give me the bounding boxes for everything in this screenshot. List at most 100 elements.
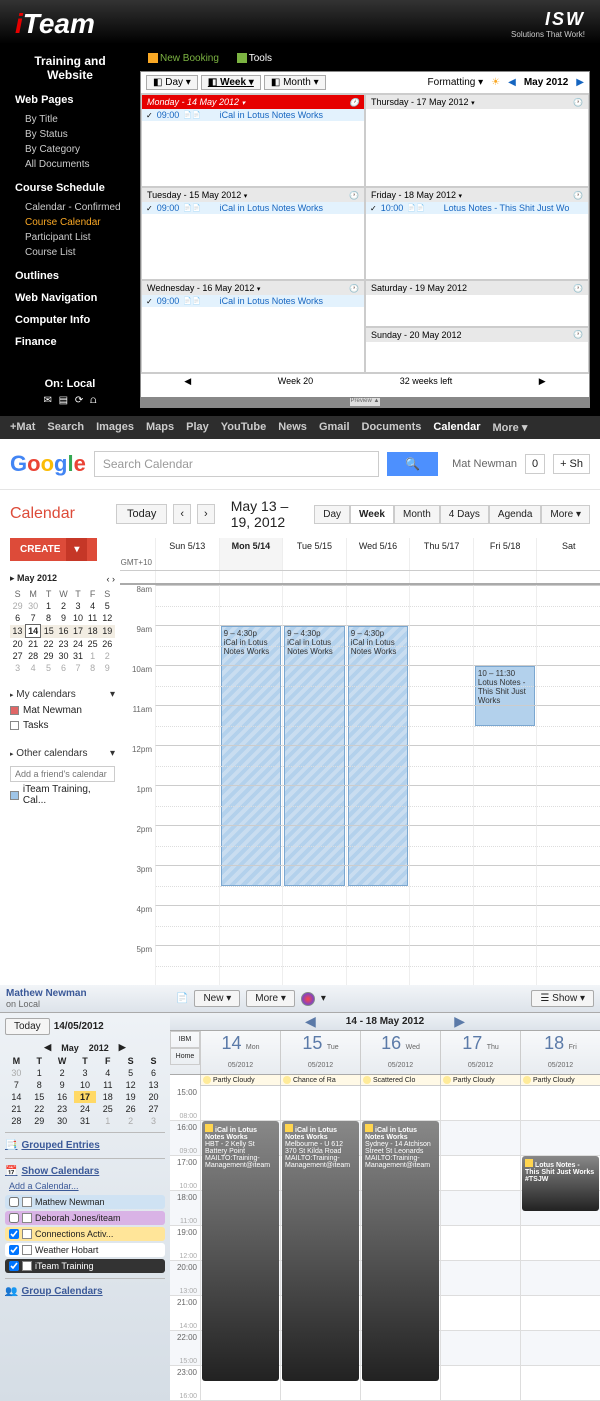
calendar-day[interactable]: Friday - 18 May 2012 ▾🕐✓10:00📄📄Lotus Not… <box>365 187 589 280</box>
user-name[interactable]: Mat Newman <box>452 458 517 470</box>
view-button[interactable]: 4 Days <box>440 505 489 524</box>
calendar-event[interactable]: ✓09:00📄📄iCal in Lotus Notes Works <box>142 109 364 121</box>
mini-cal-day[interactable]: 13 <box>10 625 25 638</box>
view-button[interactable]: Week <box>350 505 394 524</box>
day-header[interactable]: Saturday - 19 May 2012🕐 <box>366 281 588 295</box>
calendar-toggle[interactable]: Deborah Jones/iteam <box>5 1211 165 1225</box>
mini-cal-day[interactable]: 15 <box>41 625 56 638</box>
mini-cal-day[interactable]: 3 <box>10 662 25 674</box>
time-slot[interactable] <box>520 1331 600 1365</box>
mini-cal-day[interactable]: 30 <box>5 1067 28 1079</box>
day-header[interactable]: 15 Tue05/2012 <box>280 1031 360 1074</box>
mini-cal-day[interactable]: 5 <box>41 662 56 674</box>
sidebar-nav-item[interactable]: By Status <box>15 127 125 142</box>
time-slot[interactable] <box>282 785 346 825</box>
day-header[interactable]: Thursday - 17 May 2012 ▾🕐 <box>366 95 588 109</box>
next-month-button[interactable]: ▶ <box>576 77 584 88</box>
time-slot[interactable] <box>536 745 600 785</box>
mini-cal-day[interactable]: 7 <box>71 662 86 674</box>
day-header[interactable]: Wednesday - 16 May 2012 ▾🕐 <box>142 281 364 295</box>
time-slot[interactable] <box>440 1226 520 1260</box>
new-button[interactable]: New ▾ <box>194 990 240 1007</box>
time-slot[interactable] <box>536 665 600 705</box>
time-slot[interactable] <box>346 625 410 665</box>
mini-cal-day[interactable]: 21 <box>5 1103 28 1115</box>
bookmark-icon[interactable]: ⩍ <box>90 395 97 406</box>
mini-cal-day[interactable]: 7 <box>25 612 41 625</box>
preview-splitter[interactable]: Preview ▲ <box>141 397 589 407</box>
nav-item[interactable]: +Mat <box>10 421 35 434</box>
sidebar-nav-item[interactable]: Calendar - Confirmed <box>15 200 125 215</box>
time-slot[interactable] <box>520 1156 600 1190</box>
search-input[interactable]: Search Calendar <box>94 451 379 477</box>
mini-cal-day[interactable]: 9 <box>100 662 115 674</box>
prev-week[interactable]: ◀ <box>305 1013 316 1030</box>
time-slot[interactable] <box>155 625 219 665</box>
time-slot[interactable] <box>536 945 600 985</box>
nav-item[interactable]: Images <box>96 421 134 434</box>
mini-cal-day[interactable]: 5 <box>119 1067 142 1079</box>
time-slot[interactable] <box>282 665 346 705</box>
mini-cal-day[interactable]: 22 <box>41 638 56 651</box>
time-slot[interactable] <box>409 745 473 785</box>
page-icon[interactable]: ▤ <box>59 395 68 406</box>
time-slot[interactable] <box>346 705 410 745</box>
time-slot[interactable] <box>280 1156 360 1190</box>
mini-cal-day[interactable]: 23 <box>56 638 71 651</box>
create-dropdown[interactable]: ▾ <box>66 538 87 561</box>
time-slot[interactable] <box>280 1296 360 1330</box>
mini-cal-day[interactable]: 28 <box>25 650 41 662</box>
time-slot[interactable] <box>155 865 219 905</box>
calendar-toggle[interactable]: Mathew Newman <box>5 1195 165 1209</box>
time-slot[interactable] <box>155 905 219 945</box>
other-calendars-header[interactable]: ▸ Other calendars▾ <box>10 745 115 762</box>
nav-item[interactable]: More ▾ <box>493 421 528 434</box>
mini-cal-day[interactable]: 19 <box>119 1091 142 1103</box>
time-slot[interactable] <box>360 1331 440 1365</box>
sidebar-nav-item[interactable]: By Category <box>15 142 125 157</box>
more-button[interactable]: More ▾ <box>246 990 295 1007</box>
time-slot[interactable] <box>360 1226 440 1260</box>
time-slot[interactable] <box>520 1366 600 1400</box>
calendar-toggle[interactable]: Weather Hobart <box>5 1243 165 1257</box>
mini-cal-day[interactable]: 29 <box>10 600 25 612</box>
today-button[interactable]: Today <box>116 504 167 524</box>
time-slot[interactable] <box>219 705 283 745</box>
calendar-day[interactable]: Tuesday - 15 May 2012 ▾🕐✓09:00📄📄iCal in … <box>141 187 365 280</box>
view-button[interactable]: Month <box>394 505 440 524</box>
mini-cal-day[interactable]: 14 <box>5 1091 28 1103</box>
day-column-header[interactable]: Sun 5/13 <box>155 538 219 570</box>
view-button[interactable]: Day <box>314 505 350 524</box>
time-slot[interactable] <box>282 865 346 905</box>
nav-item[interactable]: YouTube <box>221 421 266 434</box>
mini-next[interactable]: › <box>112 574 115 584</box>
mini-cal-day[interactable]: 11 <box>96 1079 119 1091</box>
mini-cal-day[interactable]: 26 <box>119 1103 142 1115</box>
mini-next[interactable]: ▶ <box>119 1042 126 1053</box>
mini-cal-day[interactable]: 8 <box>28 1079 51 1091</box>
time-slot[interactable]: 9 – 4:30p iCal in Lotus Notes Works <box>346 585 410 625</box>
time-slot[interactable] <box>200 1156 280 1190</box>
time-slot[interactable] <box>473 705 537 745</box>
mail-icon[interactable]: ✉ <box>43 395 51 406</box>
time-slot[interactable] <box>473 745 537 785</box>
view-button[interactable]: Agenda <box>489 505 541 524</box>
day-column-header[interactable]: Fri 5/18 <box>473 538 537 570</box>
mini-cal-day[interactable]: 24 <box>71 638 86 651</box>
calendar-toggle[interactable]: Connections Activ... <box>5 1227 165 1241</box>
notes-tab[interactable]: IBM <box>170 1031 200 1048</box>
time-slot[interactable] <box>346 865 410 905</box>
mini-cal-day[interactable]: 23 <box>51 1103 74 1115</box>
time-slot[interactable] <box>280 1261 360 1295</box>
time-slot[interactable] <box>280 1366 360 1400</box>
nav-item[interactable]: Maps <box>146 421 174 434</box>
next-week[interactable]: ▶ <box>454 1013 465 1030</box>
sidebar-section-header[interactable]: Finance <box>15 336 125 348</box>
mini-cal-day[interactable]: 4 <box>25 662 41 674</box>
mini-cal-day[interactable]: 27 <box>10 650 25 662</box>
mini-cal-day[interactable]: 6 <box>10 612 25 625</box>
day-column-header[interactable]: Thu 5/17 <box>409 538 473 570</box>
sidebar-section-header[interactable]: Computer Info <box>15 314 125 326</box>
sidebar-nav-item[interactable]: Course List <box>15 245 125 260</box>
show-calendars[interactable]: 📅 Show Calendars <box>5 1164 165 1179</box>
